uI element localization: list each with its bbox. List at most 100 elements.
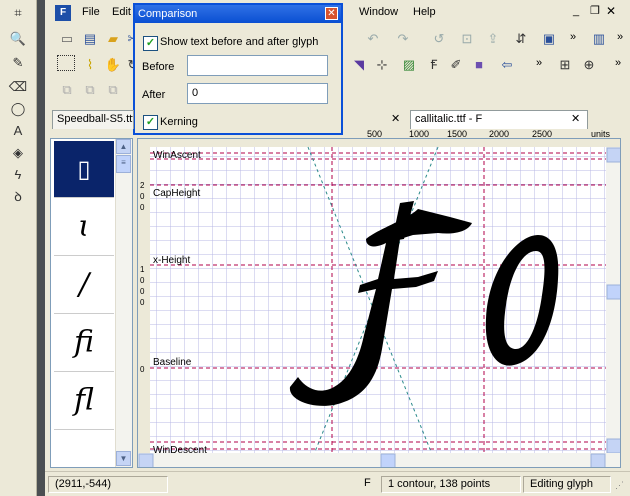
- back-icon[interactable]: ⇦: [497, 55, 517, 75]
- v-tick: 0: [140, 365, 145, 374]
- redo-icon[interactable]: ↷: [393, 29, 413, 49]
- canvas-scroll-left-icon: [138, 453, 154, 467]
- scroll-down-icon[interactable]: ▼: [116, 451, 131, 466]
- menu-edit[interactable]: Edit: [112, 6, 131, 18]
- grid-icon[interactable]: ⊞: [555, 55, 575, 75]
- before-input[interactable]: [187, 55, 328, 76]
- show-text-label: Show text before and after glyph: [160, 36, 319, 48]
- eraser-icon[interactable]: ⌫: [8, 78, 28, 96]
- pencil-icon[interactable]: ✐: [446, 55, 466, 75]
- after-input[interactable]: 0: [187, 83, 328, 104]
- v-tick: 0: [140, 287, 145, 296]
- brush-icon[interactable]: ꝺ: [8, 188, 28, 206]
- close-icon[interactable]: ✕: [606, 4, 618, 18]
- new-font-icon[interactable]: ▤: [80, 29, 100, 49]
- v-tick: 2: [140, 181, 145, 190]
- canvas-vscroll[interactable]: [606, 147, 621, 454]
- grid-edit-icon[interactable]: ⊡: [457, 29, 477, 49]
- status-bar: (2911,-544) F 1 contour, 138 points Edit…: [45, 471, 630, 496]
- comparison-dialog: Comparison ✕ ✓ Show text before and afte…: [133, 3, 343, 135]
- fill-icon[interactable]: ◈: [8, 144, 28, 162]
- window-list-icon[interactable]: ▥: [589, 29, 609, 49]
- glyph-props-icon[interactable]: Ꞙ: [424, 55, 444, 75]
- glyph-list-scrollbar[interactable]: ▲ ≡ ▼: [115, 139, 132, 467]
- glyph-cell[interactable]: ɩ: [54, 199, 114, 256]
- scroll-thumb[interactable]: ≡: [116, 155, 131, 173]
- canvas-scroll-thumb: [606, 284, 620, 300]
- new-icon[interactable]: ▭: [57, 29, 77, 49]
- tab-callitalic[interactable]: callitalic.ttf - F: [410, 110, 588, 129]
- status-coordinates: (2911,-544): [48, 476, 168, 493]
- app-logo-icon: F: [55, 5, 71, 21]
- dialog-title: Comparison: [138, 8, 198, 20]
- status-contours: 1 contour, 138 points: [381, 476, 521, 493]
- undo-icon[interactable]: ↶: [363, 29, 383, 49]
- menu-window[interactable]: Window: [359, 6, 398, 18]
- canvas-hscroll[interactable]: [138, 453, 621, 468]
- select-rect-icon[interactable]: [57, 55, 75, 71]
- ellipse-icon[interactable]: ◯: [8, 100, 28, 118]
- scroll-up-icon[interactable]: ▲: [116, 139, 131, 154]
- text-tool-icon[interactable]: A: [8, 122, 28, 140]
- align-right-icon[interactable]: ⧉: [103, 80, 123, 100]
- show-text-checkbox[interactable]: ✓: [143, 36, 158, 51]
- top-ruler: [138, 139, 620, 147]
- editor-svg[interactable]: 2 0 0 1 0 0 0 0 WinAscent CapHeight x-He…: [138, 139, 621, 468]
- after-label: After: [142, 89, 166, 101]
- tab-close-icon[interactable]: ✕: [391, 112, 400, 125]
- open-icon[interactable]: ▰: [103, 29, 123, 49]
- v-tick: 0: [140, 192, 145, 201]
- sort-icon[interactable]: ⇵: [511, 29, 531, 49]
- winascent-label: WinAscent: [153, 150, 201, 161]
- zoom-icon[interactable]: 🔍: [8, 30, 28, 48]
- units-label: units: [591, 129, 611, 139]
- v-tick: 1: [140, 265, 145, 274]
- panel-divider: [37, 0, 45, 496]
- transform-icon[interactable]: ◥: [349, 55, 369, 75]
- tab-label-active: callitalic.ttf - F: [415, 113, 483, 125]
- overflow-chevron-icon[interactable]: »: [563, 27, 583, 47]
- minimize-icon[interactable]: _: [573, 5, 585, 17]
- horizontal-ruler: 500 1000 1500 2000 2500 units: [137, 130, 621, 139]
- export-icon[interactable]: ⇪: [483, 29, 503, 49]
- glyph-editor-canvas[interactable]: 2 0 0 1 0 0 0 0 WinAscent CapHeight x-He…: [137, 138, 621, 468]
- lasso-icon[interactable]: ⌇: [80, 55, 100, 75]
- kerning-checkbox[interactable]: ✓: [143, 115, 158, 130]
- tab-close-icon-active[interactable]: ✕: [571, 112, 580, 125]
- align-center-icon[interactable]: ⧉: [80, 80, 100, 100]
- menu-help[interactable]: Help: [413, 6, 436, 18]
- v-tick: 0: [140, 276, 145, 285]
- menu-file[interactable]: File: [82, 6, 100, 18]
- eyedropper-icon[interactable]: ✎: [8, 54, 28, 72]
- align-left-icon[interactable]: ⧉: [57, 80, 77, 100]
- canvas-hscroll-thumb: [380, 453, 396, 467]
- glyph-cell[interactable]: ﬁ: [54, 315, 114, 372]
- dialog-title-bar[interactable]: Comparison ✕: [135, 5, 341, 23]
- h-tick: 2000: [489, 129, 510, 139]
- crop-icon[interactable]: ⌗: [8, 4, 28, 22]
- hand-icon[interactable]: ✋: [103, 55, 123, 75]
- preview-icon[interactable]: ▣: [539, 29, 559, 49]
- v-tick: 0: [140, 203, 145, 212]
- resize-grip-icon[interactable]: ⋰: [615, 480, 624, 491]
- restore-icon[interactable]: ❐: [590, 4, 602, 17]
- h-tick: 1000: [409, 129, 430, 139]
- overflow-chevron-icon-2[interactable]: »: [610, 27, 630, 47]
- snap-grid-icon[interactable]: ⊕: [579, 55, 599, 75]
- image-icon[interactable]: ▨: [399, 55, 419, 75]
- tab-label: Speedball-S5.ttf: [57, 113, 134, 125]
- tab-speedball[interactable]: Speedball-S5.ttf: [52, 110, 134, 129]
- glyph-list: ▯ ɩ / ﬁ ﬂ ▲ ≡ ▼: [50, 138, 133, 468]
- pen-node-icon[interactable]: ϟ: [8, 166, 28, 184]
- canvas-scroll-right-icon: [590, 453, 606, 467]
- color-swatch-icon[interactable]: ■: [469, 55, 489, 75]
- glyph-cell[interactable]: ﬂ: [54, 373, 114, 430]
- status-glyph: F: [364, 477, 371, 489]
- refresh-icon[interactable]: ↺: [429, 29, 449, 49]
- dialog-close-icon[interactable]: ✕: [325, 7, 338, 20]
- glyph-cell-selected[interactable]: ▯: [54, 141, 114, 198]
- nodes-icon[interactable]: ⊹: [372, 55, 392, 75]
- overflow-chevron-icon-4[interactable]: »: [608, 53, 628, 73]
- overflow-chevron-icon-3[interactable]: »: [529, 53, 549, 73]
- glyph-cell[interactable]: /: [54, 257, 114, 314]
